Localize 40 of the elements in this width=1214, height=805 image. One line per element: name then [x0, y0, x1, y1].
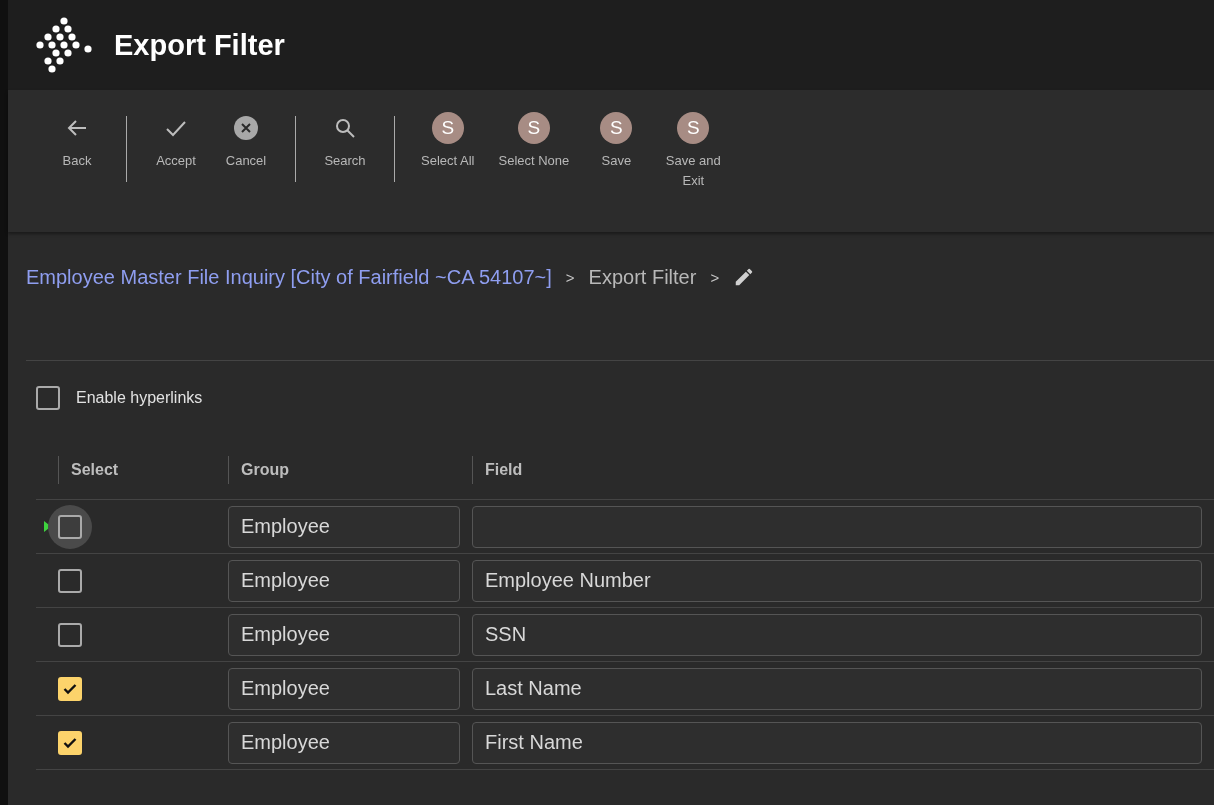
checkbox[interactable] [58, 568, 82, 593]
table-row[interactable]: Employee Employee Number [36, 554, 1214, 608]
table-row[interactable]: Employee [36, 500, 1214, 554]
table-row[interactable]: Employee SSN [36, 608, 1214, 662]
checkbox[interactable] [58, 514, 82, 539]
search-button[interactable]: Search [310, 116, 380, 171]
checkbox[interactable] [58, 622, 82, 647]
group-field[interactable]: Employee [228, 721, 460, 764]
field-name-field[interactable]: Last Name [472, 667, 1202, 710]
checkbox-label: Enable hyperlinks [76, 389, 203, 407]
column-header[interactable]: Group [228, 456, 472, 484]
breadcrumb-separator: > [565, 268, 575, 286]
breadcrumb-current: Export Filter [588, 265, 697, 289]
checkbox[interactable] [58, 676, 82, 701]
field-name-field[interactable] [472, 505, 1202, 548]
window-title: Export Filter [114, 28, 285, 62]
close-icon [234, 116, 258, 140]
letter-avatar: S [431, 112, 464, 144]
table-row[interactable]: Employee Last Name [36, 662, 1214, 716]
group-field[interactable]: Employee [228, 613, 460, 656]
field-name-field[interactable]: Employee Number [472, 559, 1202, 602]
field-name-field[interactable]: SSN [472, 613, 1202, 656]
group-field[interactable]: Employee [228, 667, 460, 710]
group-field[interactable]: Employee [228, 505, 460, 548]
table-row[interactable]: Employee First Name [36, 716, 1214, 770]
letter-avatar: S [677, 112, 710, 144]
breadcrumb-separator: > [710, 268, 720, 286]
letter-avatar: S [600, 112, 633, 144]
checkbox[interactable] [36, 386, 60, 410]
letter-avatar: S [517, 112, 550, 144]
breadcrumb-link[interactable]: Employee Master File Inquiry [City of Fairfield ~CA 54107~] [26, 265, 552, 289]
column-header[interactable]: Field [472, 456, 1214, 484]
column-header[interactable]: Select [58, 456, 228, 484]
search-icon [334, 116, 356, 140]
accept-button[interactable]: Accept [141, 116, 211, 171]
cancel-button[interactable]: Cancel [211, 116, 281, 171]
field-name-field[interactable]: First Name [472, 721, 1202, 764]
back-button[interactable]: Back [42, 116, 112, 171]
checkbox[interactable] [58, 730, 82, 755]
group-field[interactable]: Employee [228, 559, 460, 602]
